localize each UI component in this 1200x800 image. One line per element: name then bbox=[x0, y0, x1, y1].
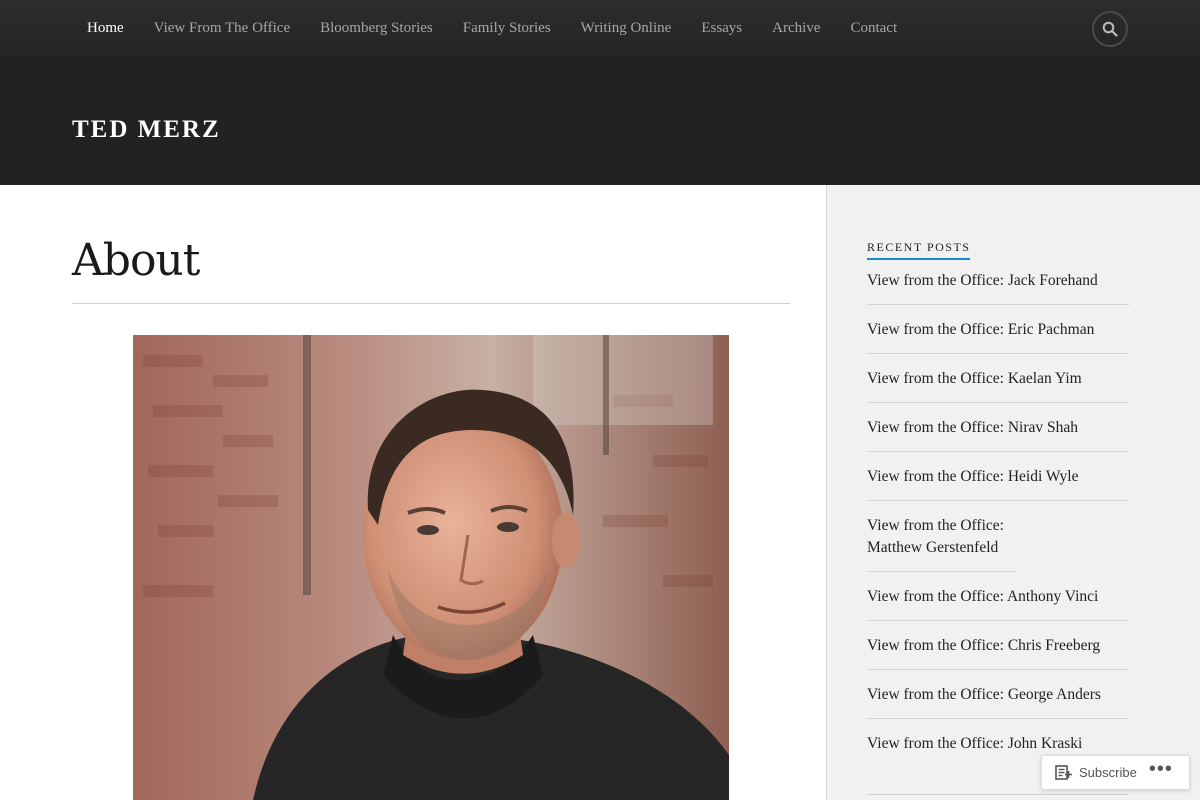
nav-item-family-stories[interactable]: Family Stories bbox=[448, 20, 566, 37]
widget-divider bbox=[867, 794, 1129, 795]
page-title: About bbox=[72, 235, 200, 286]
subscribe-button[interactable]: Subscribe bbox=[1042, 756, 1137, 789]
recent-post-link[interactable]: View from the Office: Kaelan Yim bbox=[867, 367, 1129, 403]
title-divider bbox=[72, 303, 790, 304]
nav-item-essays[interactable]: Essays bbox=[686, 20, 757, 37]
recent-posts-list: View from the Office: Jack Forehand View… bbox=[867, 269, 1129, 780]
portrait-photo bbox=[133, 335, 729, 800]
sidebar: RECENT POSTS View from the Office: Jack … bbox=[826, 185, 1200, 800]
subscribe-bar: Subscribe ••• bbox=[1041, 755, 1190, 790]
subscribe-label: Subscribe bbox=[1079, 765, 1137, 780]
site-title[interactable]: TED MERZ bbox=[72, 116, 221, 144]
nav-item-bloomberg-stories[interactable]: Bloomberg Stories bbox=[305, 20, 448, 37]
recent-post-link[interactable]: View from the Office: George Anders bbox=[867, 683, 1129, 719]
recent-post-link[interactable]: View from the Office: Matthew Gerstenfel… bbox=[867, 514, 1017, 572]
main-content: About bbox=[0, 185, 826, 800]
site-header: Home View From The Office Bloomberg Stor… bbox=[0, 0, 1200, 185]
recent-post-link[interactable]: View from the Office: Anthony Vinci bbox=[867, 585, 1129, 621]
search-button[interactable] bbox=[1092, 11, 1128, 47]
portrait-illustration bbox=[133, 335, 729, 800]
nav-item-contact[interactable]: Contact bbox=[835, 20, 912, 37]
nav-item-view-from-the-office[interactable]: View From The Office bbox=[139, 20, 305, 37]
nav-item-writing-online[interactable]: Writing Online bbox=[566, 20, 687, 37]
recent-post-link[interactable]: View from the Office: Jack Forehand bbox=[867, 269, 1129, 305]
recent-post-link[interactable]: View from the Office: Heidi Wyle bbox=[867, 465, 1129, 501]
recent-posts-heading: RECENT POSTS bbox=[867, 240, 971, 260]
top-navigation: Home View From The Office Bloomberg Stor… bbox=[0, 0, 1200, 56]
nav-menu: Home View From The Office Bloomberg Stor… bbox=[72, 0, 912, 56]
nav-item-home[interactable]: Home bbox=[72, 20, 139, 37]
more-options-icon[interactable]: ••• bbox=[1149, 759, 1173, 787]
reader-icon bbox=[1055, 765, 1072, 780]
nav-item-archive[interactable]: Archive bbox=[757, 20, 835, 37]
recent-post-link[interactable]: View from the Office: Nirav Shah bbox=[867, 416, 1129, 452]
recent-post-link[interactable]: View from the Office: Eric Pachman bbox=[867, 318, 1129, 354]
recent-post-link[interactable]: View from the Office: Chris Freeberg bbox=[867, 634, 1129, 670]
search-icon bbox=[1102, 21, 1118, 37]
